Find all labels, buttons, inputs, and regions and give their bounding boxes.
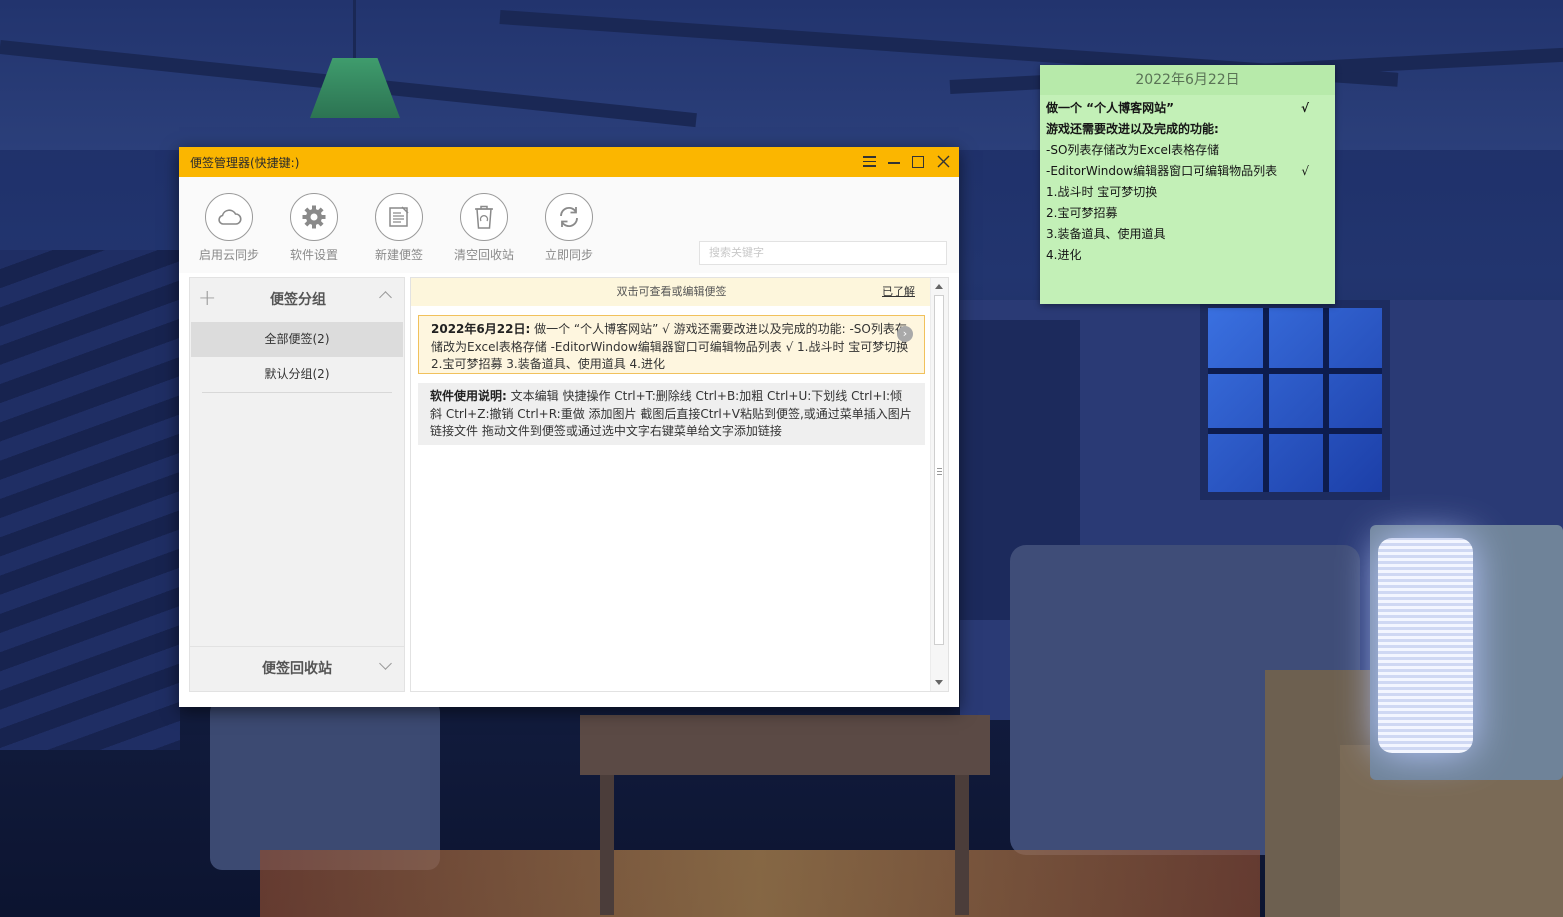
sticky-note-line: 做一个 “个人博客网站” √ (1046, 98, 1329, 119)
note-title: 软件使用说明: (430, 389, 507, 403)
tool-circle (460, 193, 508, 241)
tool-circle (290, 193, 338, 241)
recycle-bin-header[interactable]: 便签回收站 (190, 646, 404, 691)
sticky-note-line: 3.装备道具、使用道具 (1046, 224, 1329, 245)
chevron-right-icon[interactable]: › (897, 326, 913, 342)
vertical-scrollbar[interactable] (930, 278, 948, 691)
sticky-line-text: 3.装备道具、使用道具 (1046, 227, 1166, 241)
sticky-line-text: 4.进化 (1046, 248, 1082, 262)
tool-label: 清空回收站 (453, 248, 514, 262)
wallpaper-table (580, 715, 990, 775)
tool-label: 启用云同步 (198, 248, 259, 262)
window-frame (1323, 308, 1329, 492)
sticky-note-line: 1.战斗时 宝可梦切换 (1046, 182, 1329, 203)
sticky-line-text: -EditorWindow编辑器窗口可编辑物品列表 (1046, 164, 1278, 178)
tool-circle (545, 193, 593, 241)
window-frame (1208, 428, 1382, 434)
check-mark: √ (1300, 101, 1309, 115)
note-card[interactable]: 2022年6月22日: 做一个 “个人博客网站” √ 游戏还需要改进以及完成的功… (418, 315, 925, 374)
close-icon (937, 155, 949, 168)
sticky-note-line: -SO列表存储改为Excel表格存储 (1046, 140, 1329, 161)
recycle-bin-title: 便签回收站 (262, 661, 332, 677)
hint-bar: 双击可查看或编辑便签 已了解 (411, 278, 932, 306)
note-list-panel: 双击可查看或编辑便签 已了解 2022年6月22日: 做一个 “个人博客网站” … (410, 277, 949, 692)
note-card[interactable]: 软件使用说明: 文本编辑 快捷操作 Ctrl+T:删除线 Ctrl+B:加粗 C… (418, 383, 925, 445)
sticky-note-line: 4.进化 (1046, 245, 1329, 266)
minimize-icon (888, 162, 900, 164)
wallpaper-table-leg (600, 775, 614, 915)
menu-icon (862, 165, 876, 167)
wallpaper-stairs (0, 250, 180, 750)
scroll-up-arrow-icon[interactable] (935, 284, 943, 289)
window-frame (1208, 368, 1382, 374)
sticky-line-text: 2.宝可梦招募 (1046, 206, 1118, 220)
empty-recycle-button[interactable]: 清空回收站 (444, 193, 524, 263)
sync-icon (560, 206, 578, 228)
toolbar: 启用云同步 软件设置 新建便签 清空回收站 立即同步 搜索关键字 (179, 177, 959, 273)
sidebar-item-default-group[interactable]: 默认分组(2) (190, 357, 404, 392)
sticky-note-line: -EditorWindow编辑器窗口可编辑物品列表 √ (1046, 161, 1329, 182)
menu-button[interactable] (860, 153, 878, 171)
menu-icon (862, 156, 876, 158)
new-note-button[interactable]: 新建便签 (359, 193, 439, 263)
sidebar-item-all-notes[interactable]: 全部便签(2) (191, 322, 403, 357)
tool-label: 软件设置 (289, 248, 338, 262)
desktop-sticky-note[interactable]: 2022年6月22日 做一个 “个人博客网站” √ 游戏还需要改进以及完成的功能… (1040, 65, 1335, 304)
tool-circle (205, 193, 253, 241)
sticky-note-date: 2022年6月22日 (1040, 65, 1335, 95)
tool-circle (375, 193, 423, 241)
grip-line (937, 474, 942, 475)
sticky-line-text: -SO列表存储改为Excel表格存储 (1046, 143, 1220, 157)
window-frame (1263, 308, 1269, 492)
tool-label: 立即同步 (544, 248, 593, 262)
wallpaper-sofa (210, 700, 440, 870)
sticky-note-line: 游戏还需要改进以及完成的功能: (1046, 119, 1329, 140)
divider (202, 392, 392, 393)
gear-icon (302, 205, 326, 229)
tool-label: 新建便签 (374, 248, 423, 262)
sticky-note-line: 2.宝可梦招募 (1046, 203, 1329, 224)
title-bar[interactable]: 便签管理器(快捷键:) (179, 147, 959, 177)
close-button[interactable] (934, 153, 952, 171)
maximize-icon (912, 156, 924, 168)
settings-button[interactable]: 软件设置 (274, 193, 354, 263)
note-title: 2022年6月22日: (431, 322, 531, 336)
new-note-icon (389, 206, 409, 227)
wallpaper-tv-screen (1378, 538, 1473, 753)
cloud-sync-button[interactable]: 启用云同步 (189, 193, 269, 263)
sticky-note-body[interactable]: 做一个 “个人博客网站” √ 游戏还需要改进以及完成的功能: -SO列表存储改为… (1040, 95, 1335, 266)
wallpaper-rug (260, 850, 1260, 917)
cloud-icon (218, 209, 242, 225)
hint-text: 双击可查看或编辑便签 (616, 285, 727, 298)
scroll-down-arrow-icon[interactable] (935, 680, 943, 685)
window-title: 便签管理器(快捷键:) (190, 156, 300, 170)
search-input[interactable]: 搜索关键字 (699, 241, 947, 265)
scrollbar-thumb[interactable] (934, 295, 944, 645)
groups-header[interactable]: + 便签分组 (190, 278, 404, 322)
note-manager-window: 便签管理器(快捷键:) 启用云同步 软件设置 新建便签 清空回收站 立即同步 搜… (179, 147, 959, 707)
sticky-line-text: 做一个 “个人博客网站” (1046, 101, 1174, 115)
wallpaper-lamp-cord (353, 0, 356, 60)
wallpaper-table-leg (955, 775, 969, 915)
group-sidebar: + 便签分组 全部便签(2) 默认分组(2) 便签回收站 (189, 277, 405, 692)
sync-now-button[interactable]: 立即同步 (529, 193, 609, 263)
recycle-bin-icon (475, 205, 493, 229)
check-mark: √ (1301, 164, 1309, 178)
wallpaper-window (1200, 300, 1390, 500)
sticky-line-text: 1.战斗时 宝可梦切换 (1046, 185, 1158, 199)
grip-line (937, 468, 942, 469)
groups-title: 便签分组 (270, 292, 326, 308)
maximize-button[interactable] (909, 153, 927, 171)
dismiss-hint-link[interactable]: 已了解 (882, 278, 915, 306)
menu-icon (862, 160, 876, 162)
sticky-line-text: 游戏还需要改进以及完成的功能: (1046, 122, 1219, 136)
minimize-button[interactable] (885, 153, 903, 171)
grip-line (937, 471, 942, 472)
